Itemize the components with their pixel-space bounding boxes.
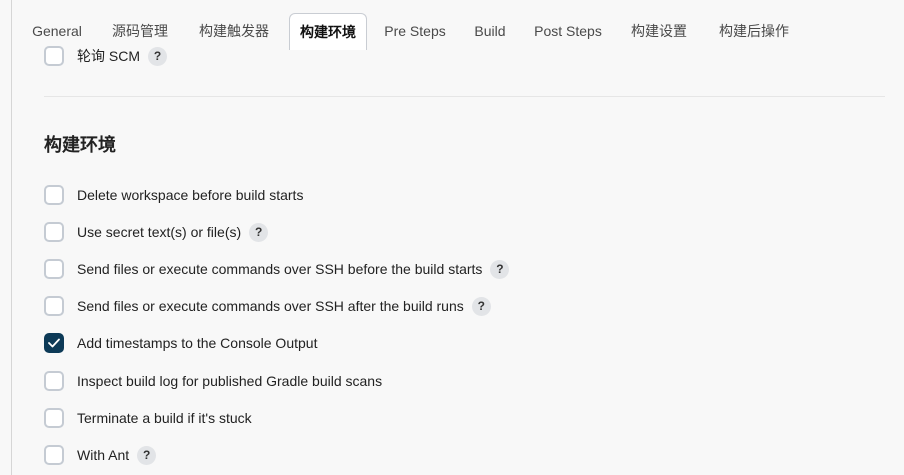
tab-pre-steps[interactable]: Pre Steps (381, 13, 449, 49)
terminate-stuck-checkbox[interactable] (44, 408, 64, 428)
with-ant-label: With Ant (77, 447, 130, 463)
option-poll-scm: 轮询 SCM ? (44, 45, 167, 67)
tab-post-steps[interactable]: Post Steps (532, 13, 604, 49)
option-ssh-after: Send files or execute commands over SSH … (44, 295, 491, 317)
ssh-before-checkbox[interactable] (44, 259, 64, 279)
option-gradle-scans: Inspect build log for published Gradle b… (44, 370, 382, 392)
tab-build-triggers[interactable]: 构建触发器 (192, 13, 276, 49)
delete-workspace-label: Delete workspace before build starts (77, 187, 304, 203)
option-delete-workspace: Delete workspace before build starts (44, 184, 303, 206)
tab-general[interactable]: General (22, 13, 92, 49)
timestamps-checkbox[interactable] (44, 333, 64, 353)
tab-build[interactable]: Build (468, 13, 512, 49)
ssh-after-label: Send files or execute commands over SSH … (77, 298, 464, 314)
gradle-scans-checkbox[interactable] (44, 371, 64, 391)
help-icon[interactable]: ? (471, 296, 491, 316)
checkmark-icon (48, 338, 60, 348)
help-icon[interactable]: ? (137, 445, 157, 465)
option-with-ant: With Ant ? (44, 444, 157, 466)
timestamps-label: Add timestamps to the Console Output (77, 335, 318, 351)
option-timestamps: Add timestamps to the Console Output (44, 332, 317, 354)
section-title: 构建环境 (44, 135, 116, 155)
config-tab-bar: General 源码管理 构建触发器 构建环境 Pre Steps Build … (12, 0, 904, 50)
use-secret-label: Use secret text(s) or file(s) (77, 224, 242, 240)
help-icon[interactable]: ? (490, 259, 510, 279)
option-terminate-stuck: Terminate a build if it's stuck (44, 407, 252, 429)
help-icon[interactable]: ? (148, 46, 167, 66)
tab-source-code-management[interactable]: 源码管理 (105, 13, 175, 49)
section-divider (44, 96, 885, 97)
ssh-before-label: Send files or execute commands over SSH … (77, 261, 483, 277)
tab-build-environment[interactable]: 构建环境 (289, 13, 367, 50)
use-secret-checkbox[interactable] (44, 222, 64, 242)
poll-scm-label: 轮询 SCM (77, 48, 140, 64)
tab-post-build-actions[interactable]: 构建后操作 (712, 13, 796, 49)
gradle-scans-label: Inspect build log for published Gradle b… (77, 373, 383, 389)
tab-build-settings[interactable]: 构建设置 (624, 13, 694, 49)
delete-workspace-checkbox[interactable] (44, 185, 64, 205)
left-border (11, 0, 12, 475)
terminate-stuck-label: Terminate a build if it's stuck (77, 410, 252, 426)
with-ant-checkbox[interactable] (44, 445, 64, 465)
help-icon[interactable]: ? (249, 222, 269, 242)
ssh-after-checkbox[interactable] (44, 296, 64, 316)
option-ssh-before: Send files or execute commands over SSH … (44, 258, 510, 280)
option-use-secret: Use secret text(s) or file(s) ? (44, 221, 269, 243)
poll-scm-checkbox[interactable] (44, 46, 64, 66)
